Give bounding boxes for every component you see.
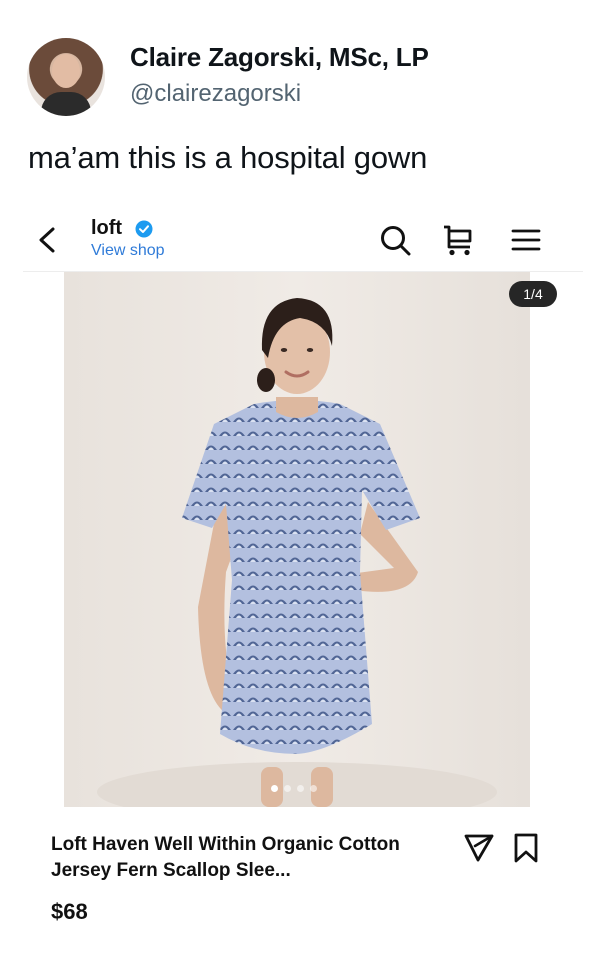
model-in-gown-illustration (97, 298, 497, 807)
cart-icon[interactable] (441, 223, 475, 257)
author-name[interactable]: Claire Zagorski, MSc, LP (130, 42, 429, 73)
carousel-dot[interactable] (284, 785, 291, 792)
bookmark-icon[interactable] (513, 832, 539, 864)
tweet-header: Claire Zagorski, MSc, LP @clairezagorski (27, 36, 587, 120)
shop-name[interactable]: loft (91, 217, 122, 240)
search-icon[interactable] (378, 223, 412, 257)
product-embed-screenshot: loft View shop 1/4 Loft Haven Well Withi… (23, 205, 583, 965)
carousel-dot[interactable] (271, 785, 278, 792)
carousel-dots[interactable] (271, 785, 317, 792)
product-price: $68 (51, 899, 88, 924)
share-icon[interactable] (463, 833, 495, 863)
menu-icon[interactable] (509, 223, 543, 257)
view-shop-link[interactable]: View shop (91, 242, 165, 260)
carousel-dot[interactable] (297, 785, 304, 792)
chevron-left-icon[interactable] (35, 225, 57, 255)
product-photo[interactable] (64, 272, 530, 807)
page-counter: 1/4 (509, 281, 557, 307)
product-title[interactable]: Loft Haven Well Within Organic Cotton Je… (51, 832, 431, 884)
avatar[interactable] (27, 38, 105, 116)
verified-badge-icon (135, 220, 153, 238)
tweet-text: ma’am this is a hospital gown (28, 140, 428, 175)
carousel-dot[interactable] (310, 785, 317, 792)
author-handle[interactable]: @clairezagorski (130, 80, 301, 108)
